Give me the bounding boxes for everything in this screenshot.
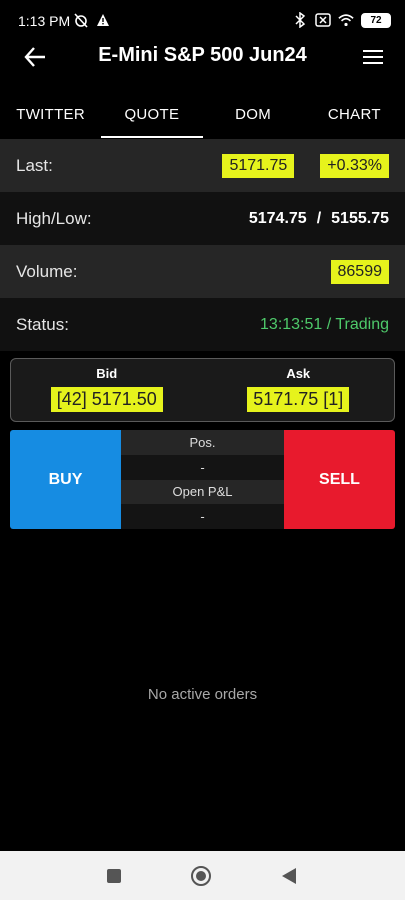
home-button[interactable] [189, 864, 213, 888]
last-change: +0.33% [320, 153, 389, 178]
tab-quote[interactable]: QUOTE [101, 94, 203, 138]
bluetooth-icon [292, 12, 308, 28]
circle-home-icon [191, 866, 211, 886]
no-sim-icon [315, 12, 331, 28]
warning-icon [95, 12, 111, 28]
bid-value[interactable]: [42] 5171.50 [50, 387, 163, 412]
tab-chart[interactable]: CHART [304, 94, 405, 138]
square-icon [107, 869, 121, 883]
open-pnl-value: - [121, 504, 284, 529]
last-label: Last: [16, 155, 53, 175]
ask-column: Ask 5171.75 [1] [203, 359, 395, 421]
battery-icon: 72 [361, 12, 391, 28]
low-value: 5155.75 [331, 209, 389, 227]
ask-value[interactable]: 5171.75 [1] [247, 387, 350, 412]
open-pnl-label: Open P&L [121, 479, 284, 505]
volume-value: 86599 [330, 259, 389, 284]
sell-button[interactable]: SELL [284, 430, 395, 529]
volume-row: Volume: 86599 [0, 245, 405, 298]
high-value: 5174.75 [248, 209, 307, 227]
triangle-back-icon [282, 868, 296, 884]
bid-ask-panel: Bid [42] 5171.50 Ask 5171.75 [1] [10, 358, 395, 422]
status-label: Status: [16, 314, 69, 334]
app-bar: E-Mini S&P 500 Jun24 [0, 36, 405, 76]
position-value: - [121, 454, 284, 480]
tab-twitter[interactable]: TWITTER [0, 94, 101, 138]
system-nav-bar [0, 851, 405, 900]
tab-dom[interactable]: DOM [203, 94, 304, 138]
status-time: 1:13 PM [18, 13, 71, 29]
highlow-label: High/Low: [16, 208, 92, 228]
position-panel: Pos. - Open P&L - [121, 430, 284, 529]
status-row: Status: 13:13:51 / Trading [0, 298, 405, 351]
tab-bar: TWITTER QUOTE DOM CHART [0, 94, 405, 138]
highlow-separator: / [316, 209, 322, 227]
menu-button[interactable] [358, 42, 388, 72]
alarm-off-icon [73, 12, 89, 28]
last-price: 5171.75 [222, 153, 295, 178]
trade-panel: BUY Pos. - Open P&L - SELL [10, 430, 395, 529]
back-nav-button[interactable] [277, 864, 301, 888]
wifi-icon [338, 12, 354, 28]
last-row: Last: 5171.75 +0.33% [0, 139, 405, 192]
no-orders-message: No active orders [147, 686, 258, 703]
recents-button[interactable] [102, 864, 126, 888]
page-title: E-Mini S&P 500 Jun24 [98, 44, 307, 66]
status-value: 13:13:51 / Trading [260, 315, 389, 333]
bid-label: Bid [96, 366, 118, 381]
ask-label: Ask [286, 366, 311, 381]
volume-label: Volume: [16, 261, 78, 281]
bid-column: Bid [42] 5171.50 [11, 359, 203, 421]
highlow-row: High/Low: 5174.75 / 5155.75 [0, 192, 405, 245]
buy-button[interactable]: BUY [10, 430, 121, 529]
position-label: Pos. [121, 430, 284, 455]
hamburger-menu-icon [363, 50, 383, 64]
